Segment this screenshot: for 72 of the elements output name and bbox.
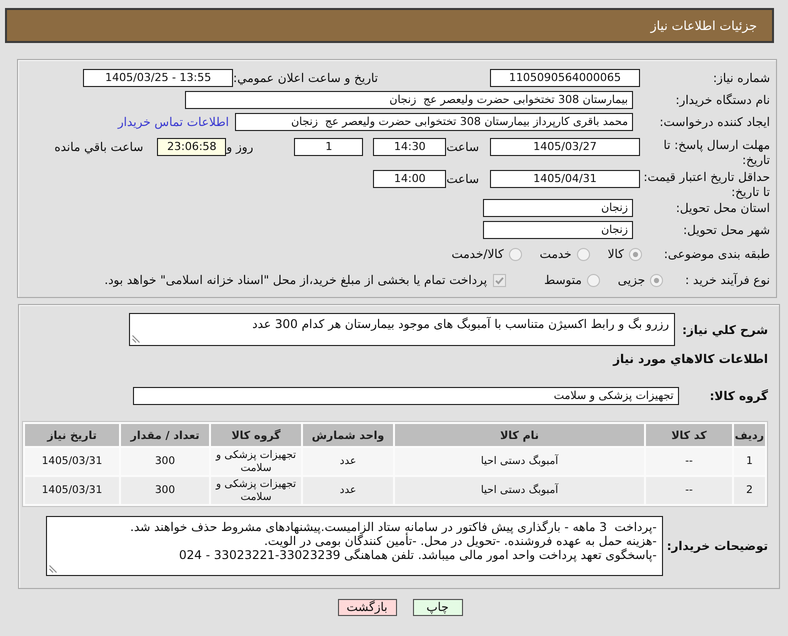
table-cell: آمبوبگ دستی احیا [395, 477, 644, 504]
field-label: استان محل تحویل: [674, 200, 770, 217]
text-field[interactable]: زنجان [483, 221, 633, 239]
table-cell: -- [646, 477, 732, 504]
field-label: ایجاد کننده درخواست: [658, 114, 770, 131]
field-label: گروه کالا: [710, 388, 768, 405]
radio-option[interactable]: متوسط [544, 273, 600, 287]
radio-icon[interactable] [576, 248, 590, 260]
checkbox-icon[interactable] [493, 274, 506, 286]
field-label: روز و [226, 139, 254, 156]
table-cell: -- [646, 448, 732, 475]
radio-option[interactable]: جزیی [618, 273, 664, 287]
field-label: شهر محل تحویل: [682, 222, 770, 239]
table-cell: 300 [121, 477, 209, 504]
text-field[interactable]: تجهیزات پزشکی و سلامت [132, 387, 679, 405]
field-label: مهلت ارسال پاسخ: تا تاریخ: [662, 138, 770, 168]
table-cell: تجهیزات پزشکی و سلامت [211, 477, 301, 504]
table-cell: عدد [303, 477, 393, 504]
table-cell: 1 [734, 448, 765, 475]
field-label: نوع فرآیند خرید : [685, 272, 770, 289]
table-header-cell: گروه کالا [211, 424, 301, 446]
radio-option[interactable]: خدمت [540, 247, 590, 261]
text-field[interactable]: زنجان [483, 199, 633, 217]
table-cell: 1405/03/31 [25, 477, 119, 504]
field-label: ساعت باقي مانده [54, 139, 144, 156]
radio-option[interactable]: کالا/خدمت [451, 247, 522, 261]
description-box[interactable]: رزرو بگ و رابط اکسیژن متناسب با آمبوبگ های موجود بیمارستان هر کدام 300 عدد [129, 313, 676, 346]
table-header-cell: کد کالا [646, 424, 732, 446]
table-cell: عدد [303, 448, 393, 475]
table-cell: 300 [121, 448, 209, 475]
notes-box[interactable]: -پرداخت 3 ماهه - بارگذاری پیش فاکتور در سامانه ستاد الزامیست.پیشنهادهای مشروط حذف خواهند شد. -هزینه حمل به عهده فروشنده. -تحویل در محل. -تأمین کنندگان بومی در الویت. -پاسخگوی تعهد پرداخت واحد امور مالی میباشد. تلفن هماهنگی 33023239-33023221 - 024 [46, 516, 663, 576]
radio-option[interactable]: کالا [608, 247, 642, 261]
checkbox-option[interactable]: پرداخت تمام یا بخشی از مبلغ خرید،از محل "اسناد خزانه اسلامی" خواهد بود. [104, 273, 506, 287]
table-cell: تجهیزات پزشکی و سلامت [211, 448, 301, 475]
table-header-cell: تعداد / مقدار [121, 424, 209, 446]
resize-grip-icon[interactable] [48, 565, 57, 573]
field-label: نام دستگاه خریدار: [674, 92, 770, 109]
table-header-cell: واحد شمارش [303, 424, 393, 446]
radio-icon[interactable] [586, 274, 600, 286]
time-field[interactable]: 14:30 [373, 138, 446, 156]
field-label: ساعت [446, 171, 479, 188]
back-button[interactable]: بازگشت [338, 599, 396, 616]
print-button[interactable]: چاپ [412, 599, 462, 616]
table-header-cell: نام کالا [395, 424, 644, 446]
contact-link[interactable]: اطلاعات تماس خریدار [118, 113, 229, 131]
field-label: شماره نیاز: [712, 70, 770, 87]
text-field[interactable]: بیمارستان 308 تختخوابی حضرت ولیعصر عج زنجان [185, 91, 633, 109]
radio-icon[interactable] [650, 274, 664, 286]
section-title: اطلاعات کالاهاي مورد نياز [613, 351, 768, 368]
date-time-field[interactable]: 1405/03/25 - 13:55 [83, 69, 234, 87]
table-header-cell: تاریخ نیاز [25, 424, 119, 446]
days-field[interactable]: 1 [294, 138, 364, 156]
radio-icon[interactable] [508, 248, 522, 260]
field-label: توضیحات خریدار: [666, 538, 768, 555]
field-label: شرح کلي نياز: [682, 322, 768, 338]
time-field[interactable]: 14:00 [373, 170, 446, 188]
field-label: طبقه بندی موضوعی: [664, 246, 770, 263]
table-header-cell: ردیف [734, 424, 765, 446]
field-label: حداقل تاریخ اعتبار قیمت: تا تاریخ: [642, 170, 770, 200]
table-cell: 1405/03/31 [25, 448, 119, 475]
field-label: ساعت [446, 139, 479, 156]
resize-grip-icon[interactable] [132, 335, 140, 343]
page-title-bar: جزئیات اطلاعات نیاز [5, 8, 774, 43]
radio-icon[interactable] [628, 248, 642, 260]
date-field[interactable]: 1405/04/31 [490, 170, 640, 188]
table-cell: آمبوبگ دستی احیا [395, 448, 644, 475]
table-cell: 2 [734, 477, 765, 504]
date-field[interactable]: 1405/03/27 [490, 138, 640, 156]
number-field[interactable]: 1105090564000065 [490, 69, 640, 87]
text-field[interactable]: محمد باقری کارپرداز بیمارستان 308 تختخوابی حضرت ولیعصر عج زنجان [235, 113, 633, 131]
field-label: تاریخ و ساعت اعلان عمومي: [233, 70, 378, 87]
countdown-field[interactable]: 23:06:58 [157, 138, 226, 156]
